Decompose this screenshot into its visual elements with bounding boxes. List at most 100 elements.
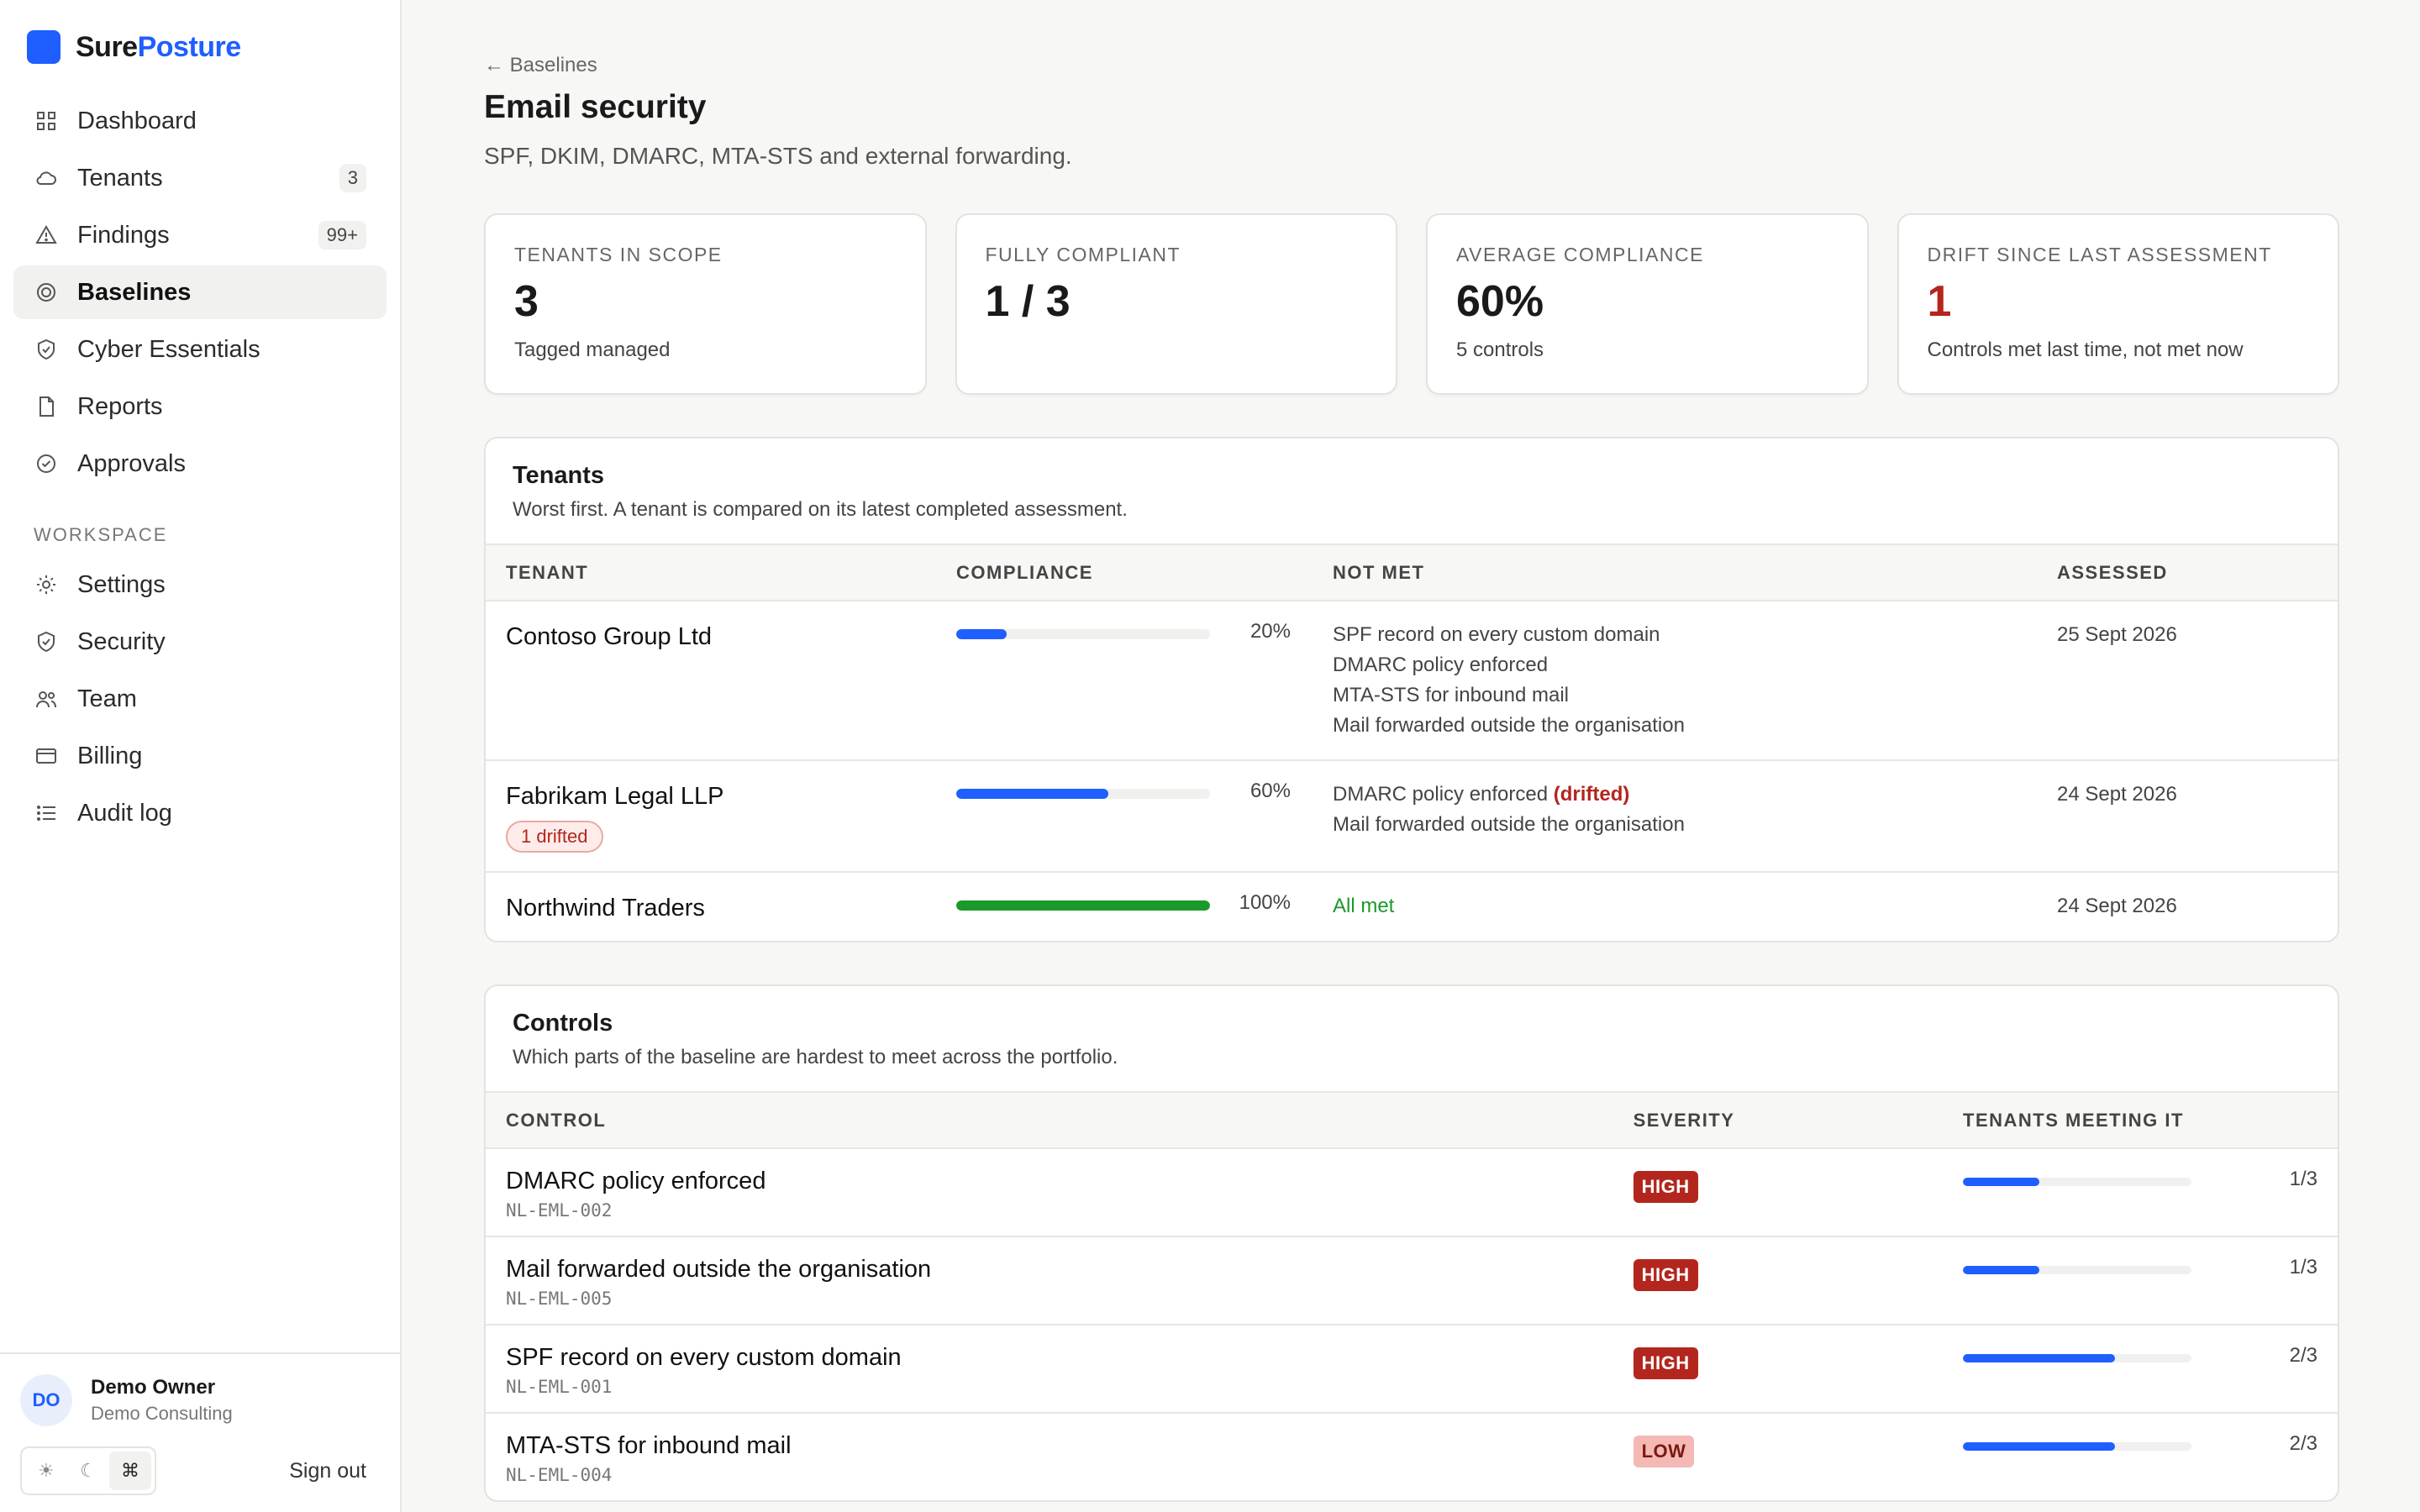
controls-subtitle: Which parts of the baseline are hardest … [513,1046,1118,1068]
table-row[interactable]: Contoso Group Ltd 20% SPF record on every … [486,601,2338,761]
compliance-meter: 20% [956,620,1292,643]
sidebar-item-dashboard[interactable]: Dashboard [13,94,387,148]
tenants-table: TENANT COMPLIANCE NOT MET ASSESSED Conto… [486,545,2338,941]
stat-label: Tenants in scope [514,244,723,265]
sidebar-item-settings[interactable]: Settings [13,558,387,612]
control-name[interactable]: DMARC policy enforced [506,1168,1593,1195]
not-met-item: DMARC policy enforced (drifted) [1333,780,2017,810]
sidebar-item-label: Settings [77,570,166,598]
control-name[interactable]: MTA-STS for inbound mail [506,1432,1593,1460]
system-theme-icon[interactable]: ⌘ [109,1452,151,1490]
sidebar-item-audit-log[interactable]: Audit log [13,786,387,840]
sidebar-item-security[interactable]: Security [13,615,387,669]
not-met-text: DMARC policy enforced [1333,783,1549,806]
shield-icon [34,629,59,654]
brand-mark-icon [27,30,60,64]
controls-table: CONTROL SEVERITY TENANTS MEETING IT DMAR… [486,1093,2338,1500]
severity-badge: HIGH [1633,1171,1698,1203]
col-compliance[interactable]: COMPLIANCE [936,545,1313,601]
sidebar-item-label: Findings [77,221,170,249]
workspace-section-label: WORKSPACE [34,524,168,545]
col-severity[interactable]: SEVERITY [1612,1093,1943,1149]
table-row[interactable]: Fabrikam Legal LLP 1 drifted 60% DMARC poli… [486,760,2338,873]
severity-badge: HIGH [1633,1259,1698,1291]
tenants-meeting-bar [1963,1442,2191,1451]
sidebar-item-approvals[interactable]: Approvals [13,437,387,491]
sidebar-item-team[interactable]: Team [13,672,387,726]
sidebar-item-reports[interactable]: Reports [13,380,387,433]
severity-badge: LOW [1633,1436,1695,1467]
assessed-date: 24 Sept 2026 [2057,895,2177,917]
tenants-meeting-bar-fill [1963,1266,2039,1274]
col-not-met[interactable]: NOT MET [1313,545,2037,601]
not-met-item: Mail forwarded outside the organisation [1333,810,2017,840]
compliance-percent: 20% [1249,620,1291,643]
col-assessed[interactable]: ASSESSED [2037,545,2338,601]
user-org: Demo Consulting [91,1403,233,1424]
tenants-meeting-fraction: 2/3 [2289,1432,2317,1455]
control-id: NL-EML-005 [506,1289,613,1309]
drift-badge: 1 drifted [506,821,603,853]
cloud-icon [34,165,59,191]
tenant-name[interactable]: Fabrikam Legal LLP [506,783,916,811]
tenants-meeting-meter: 1/3 [1963,1256,2317,1279]
tenants-meeting-bar-fill [1963,1178,2039,1186]
sign-out-button[interactable]: Sign out [289,1459,380,1483]
sidebar-item-label: Dashboard [77,107,197,134]
gear-icon [34,572,59,597]
stat-card-average-compliance: Average compliance 60% 5 controls [1426,213,1869,395]
brand-logo[interactable]: SurePosture [0,0,400,94]
not-met-text: Mail forwarded outside the organisation [1333,714,1685,737]
user-profile[interactable]: DO Demo Owner Demo Consulting [20,1374,380,1426]
table-row[interactable]: Mail forwarded outside the organisation N… [486,1236,2338,1326]
dark-theme-icon[interactable]: ☾ [67,1452,109,1490]
col-tenant[interactable]: TENANT [486,545,936,601]
controls-card: Controls Which parts of the baseline are… [484,984,2339,1502]
sidebar-item-tenants[interactable]: Tenants 3 [13,151,387,205]
tenants-meeting-fraction: 2/3 [2289,1344,2317,1367]
light-theme-icon[interactable]: ☀ [25,1452,67,1490]
sidebar-item-label: Audit log [77,799,172,827]
sidebar-item-label: Security [77,627,166,655]
control-id: NL-EML-001 [506,1377,613,1397]
sidebar-item-findings[interactable]: Findings 99+ [13,208,387,262]
sidebar: SurePosture Dashboard Tenants 3 Findings 99+… [0,0,402,1512]
back-link[interactable]: ← Baselines [484,54,2339,77]
table-row[interactable]: Northwind Traders 100% All met 24 Sept 2026 [486,872,2338,941]
assessed-date: 24 Sept 2026 [2057,783,2177,806]
compliance-percent: 60% [1249,780,1291,802]
control-id: NL-EML-002 [506,1200,613,1221]
check-circle-icon [34,451,59,476]
tenant-name[interactable]: Contoso Group Ltd [506,623,916,651]
stat-card-fully-compliant: Fully compliant 1 / 3 [955,213,1397,395]
col-control[interactable]: CONTROL [486,1093,1613,1149]
tenants-meeting-meter: 2/3 [1963,1344,2317,1368]
compliance-meter: 100% [956,891,1292,915]
not-met-text: Mail forwarded outside the organisation [1333,813,1685,836]
shield-check-icon [34,337,59,362]
col-tenants-meeting[interactable]: TENANTS MEETING IT [1943,1093,2338,1149]
sidebar-item-baselines[interactable]: Baselines [13,265,387,319]
sidebar-item-label: Approvals [77,449,186,477]
compliance-bar [956,789,1210,799]
control-name[interactable]: SPF record on every custom domain [506,1344,1593,1372]
sidebar-item-billing[interactable]: Billing [13,729,387,783]
tenants-meeting-bar [1963,1354,2191,1362]
control-name[interactable]: Mail forwarded outside the organisation [506,1256,1593,1284]
target-icon [34,280,59,305]
tenants-card: Tenants Worst first. A tenant is compare… [484,437,2339,942]
sidebar-item-cyber-essentials[interactable]: Cyber Essentials [13,323,387,376]
warning-icon [34,223,59,248]
avatar: DO [20,1374,72,1426]
all-met-label: All met [1333,895,1395,917]
control-id: NL-EML-004 [506,1465,613,1485]
sidebar-item-label: Team [77,685,137,712]
table-row[interactable]: SPF record on every custom domain NL-EML-… [486,1325,2338,1414]
table-row[interactable]: DMARC policy enforced NL-EML-002 HIGH 1/3 [486,1148,2338,1237]
tenants-meeting-bar [1963,1266,2191,1274]
table-row[interactable]: MTA-STS for inbound mail NL-EML-004 LOW 2/3 [486,1413,2338,1500]
stat-note: Tagged managed [514,339,671,361]
user-name: Demo Owner [91,1376,216,1399]
stat-label: Drift since last assessment [1927,244,2272,265]
tenant-name[interactable]: Northwind Traders [506,895,916,922]
